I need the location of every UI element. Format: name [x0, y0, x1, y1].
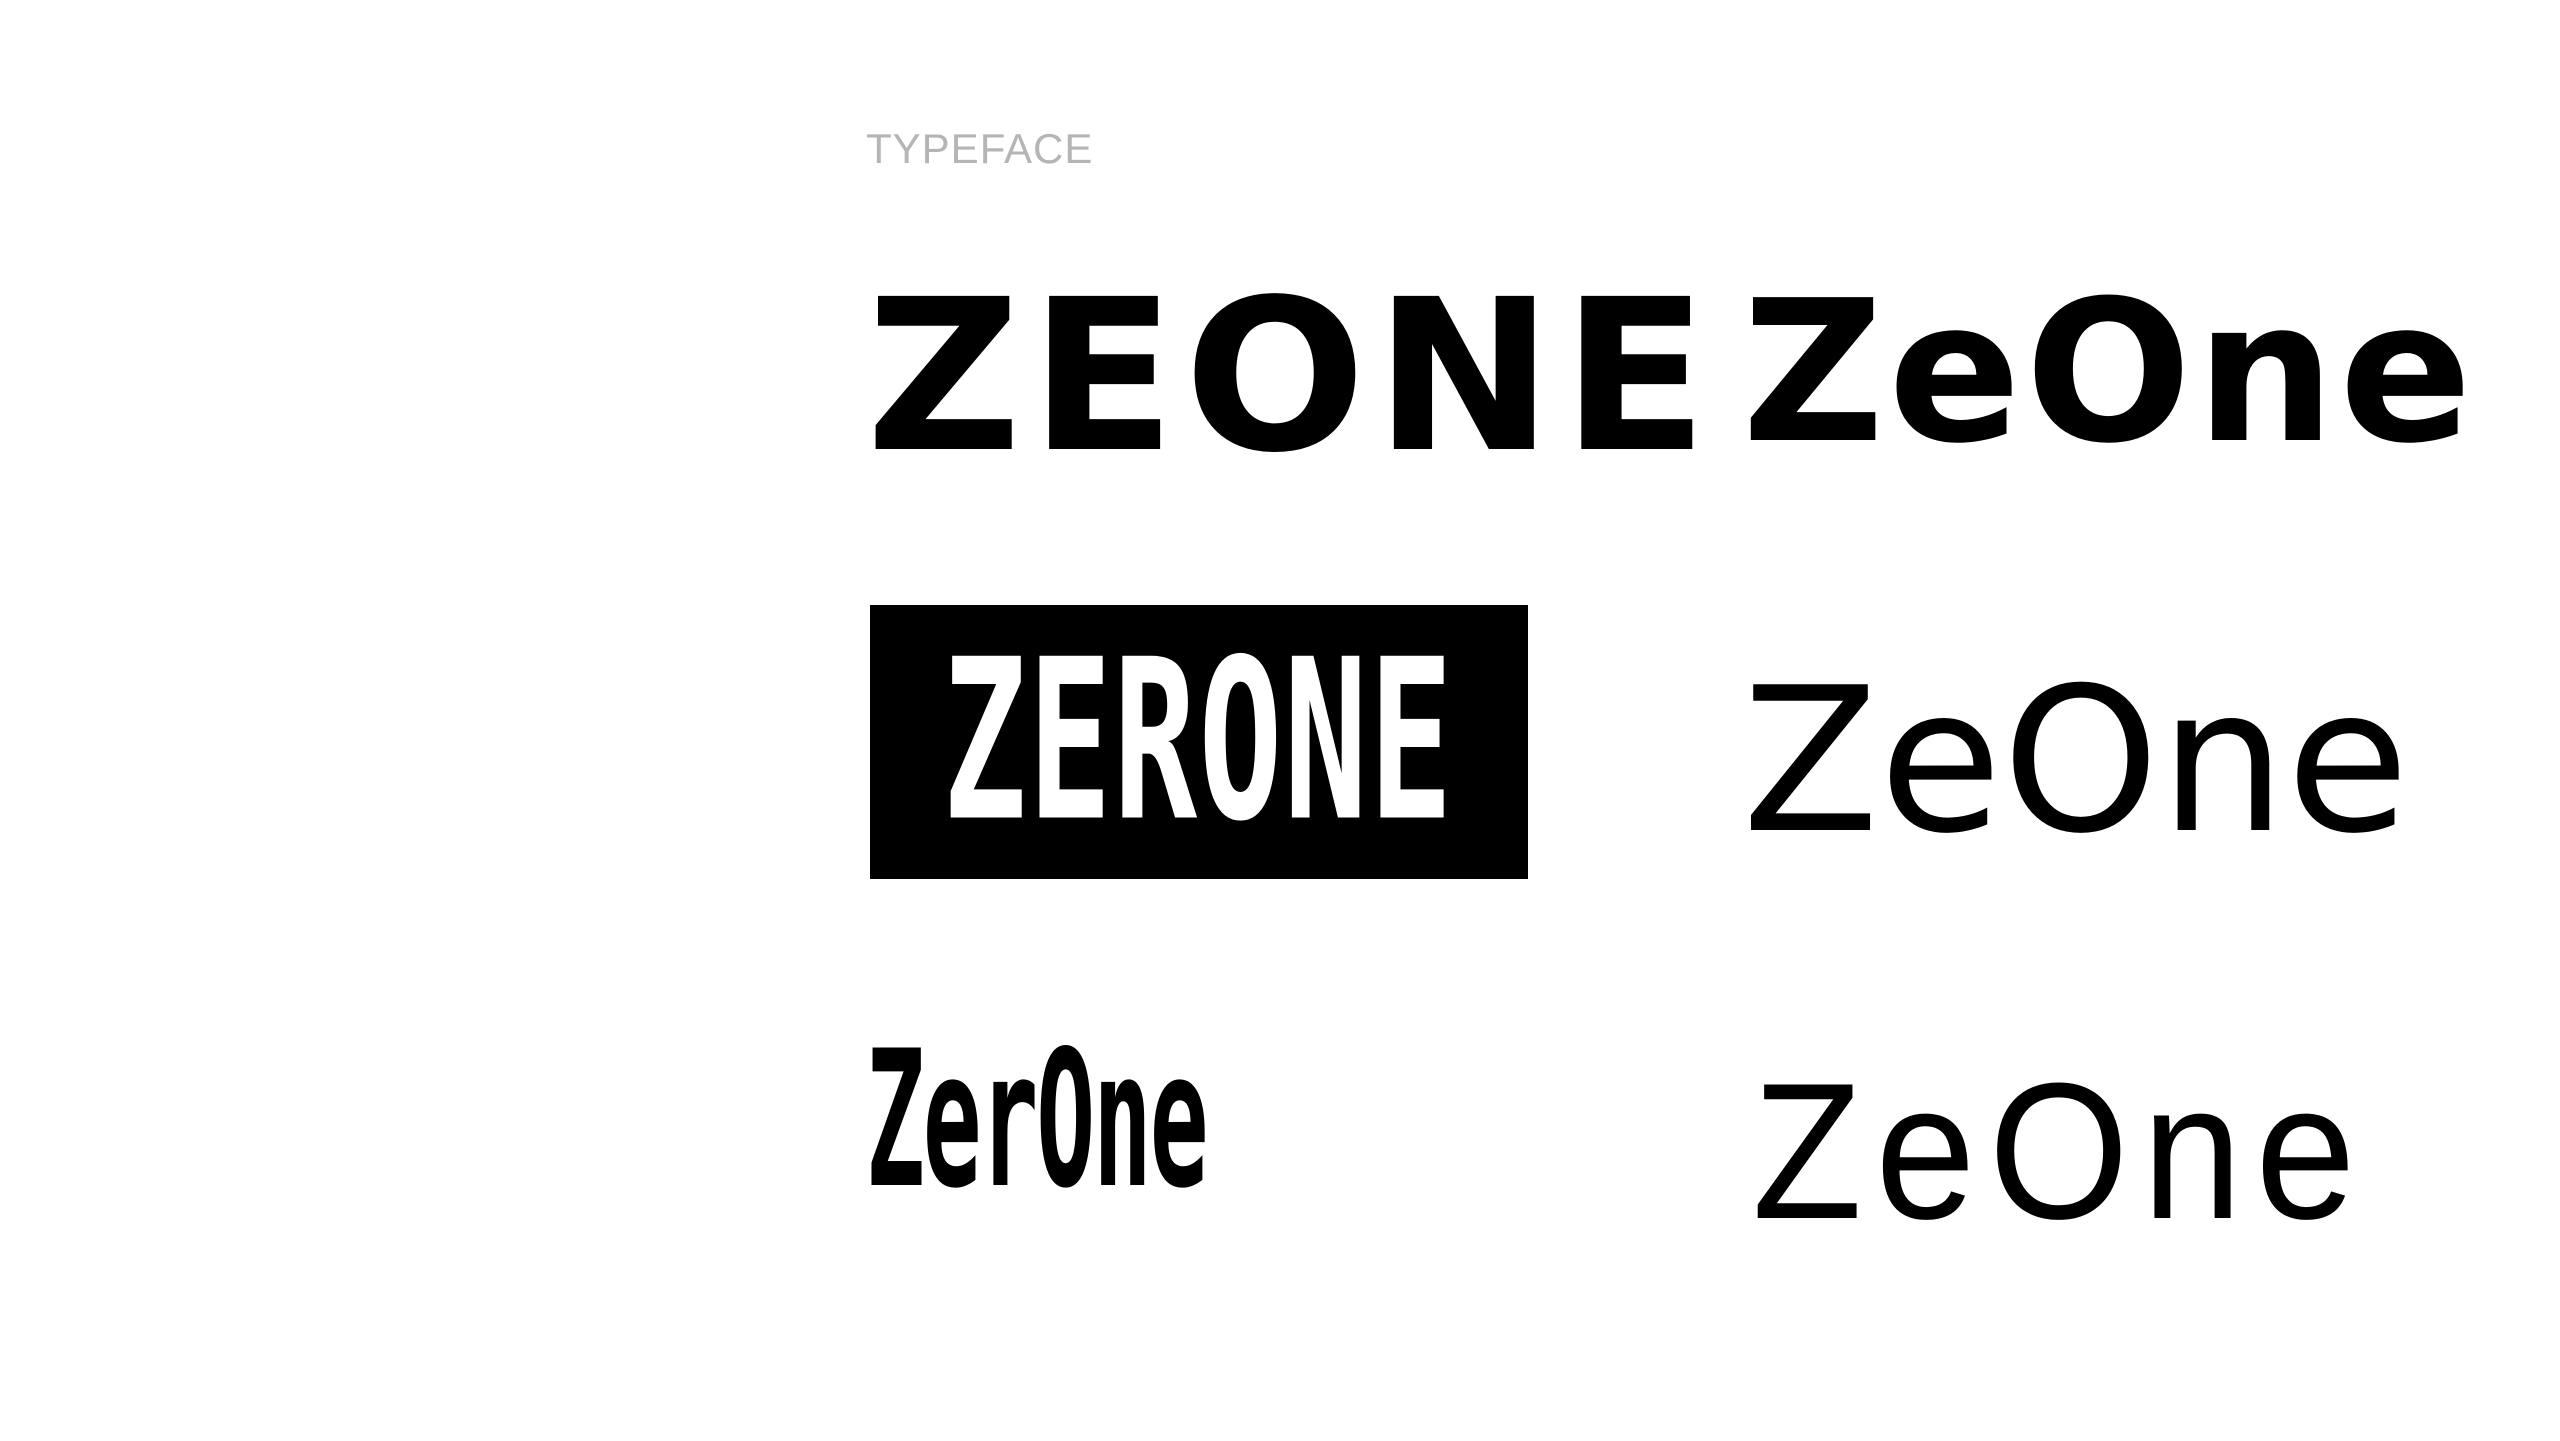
typeface-sample-bold-geometric: ZeOne: [1742, 259, 2477, 487]
section-label: TYPEFACE: [866, 125, 1094, 172]
typeface-sample-condensed-caps: ZERONE: [943, 612, 1455, 871]
typeface-sample-regular-geometric: ZeOne: [1742, 645, 2410, 878]
typeface-sample-condensed-mixed: ZerOne: [866, 1010, 1209, 1230]
typeface-sample-outline-caps: ZEONE: [866, 254, 1717, 499]
typeface-sample-boxed-block: ZERONE: [870, 605, 1528, 879]
typeface-sample-light-spaced: ZeOne: [1752, 1043, 2369, 1260]
